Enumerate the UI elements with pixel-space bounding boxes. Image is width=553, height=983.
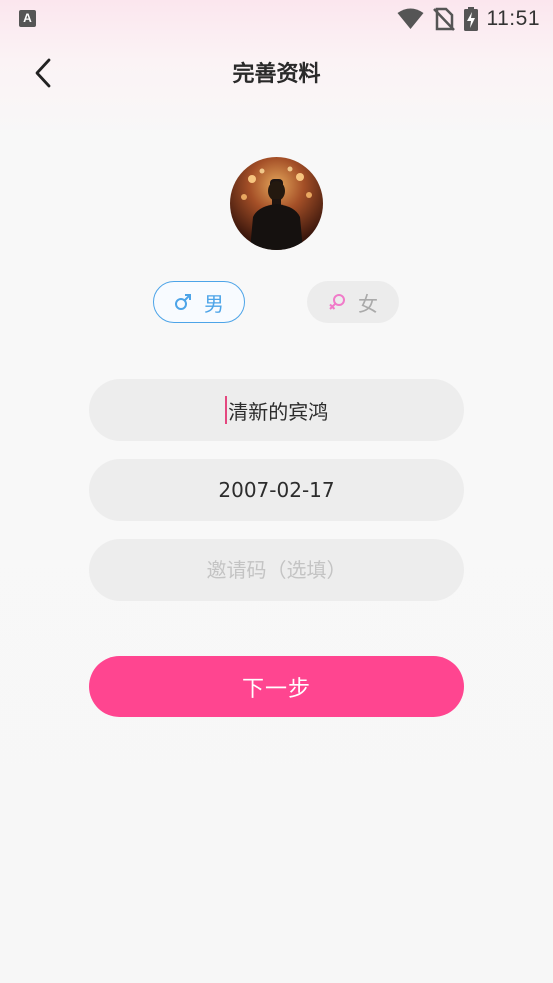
app-notification-icon: A [19, 10, 36, 27]
status-bar: A 11:51 [0, 0, 553, 38]
gender-female-button[interactable]: 女 [307, 281, 399, 323]
status-icons: 11:51 [397, 5, 541, 33]
nickname-field[interactable]: 清新的宾鸿 [89, 379, 464, 441]
text-cursor [224, 396, 228, 424]
avatar[interactable] [230, 157, 323, 250]
next-step-button[interactable]: 下一步 [89, 656, 464, 717]
no-sim-icon [432, 7, 455, 31]
page-title: 完善资料 [232, 62, 321, 87]
female-symbol-icon [329, 294, 345, 310]
battery-charging-icon [463, 7, 478, 31]
status-time: 11:51 [486, 7, 540, 30]
next-step-label: 下一步 [241, 676, 311, 702]
nav-bar: 完善资料 [0, 44, 553, 100]
invite-code-field[interactable] [89, 538, 464, 602]
birthday-field[interactable]: 2007-02-17 [89, 459, 464, 521]
gender-male-label: 男 [204, 291, 224, 316]
male-symbol-icon [175, 294, 191, 310]
gender-female-label: 女 [358, 291, 378, 316]
wifi-icon [397, 8, 423, 29]
invite-code-input[interactable] [89, 538, 464, 602]
gender-male-button[interactable]: 男 [153, 281, 245, 323]
birthday-value: 2007-02-17 [218, 478, 335, 502]
avatar-image [230, 157, 323, 250]
nickname-value: 清新的宾鸿 [228, 399, 329, 424]
